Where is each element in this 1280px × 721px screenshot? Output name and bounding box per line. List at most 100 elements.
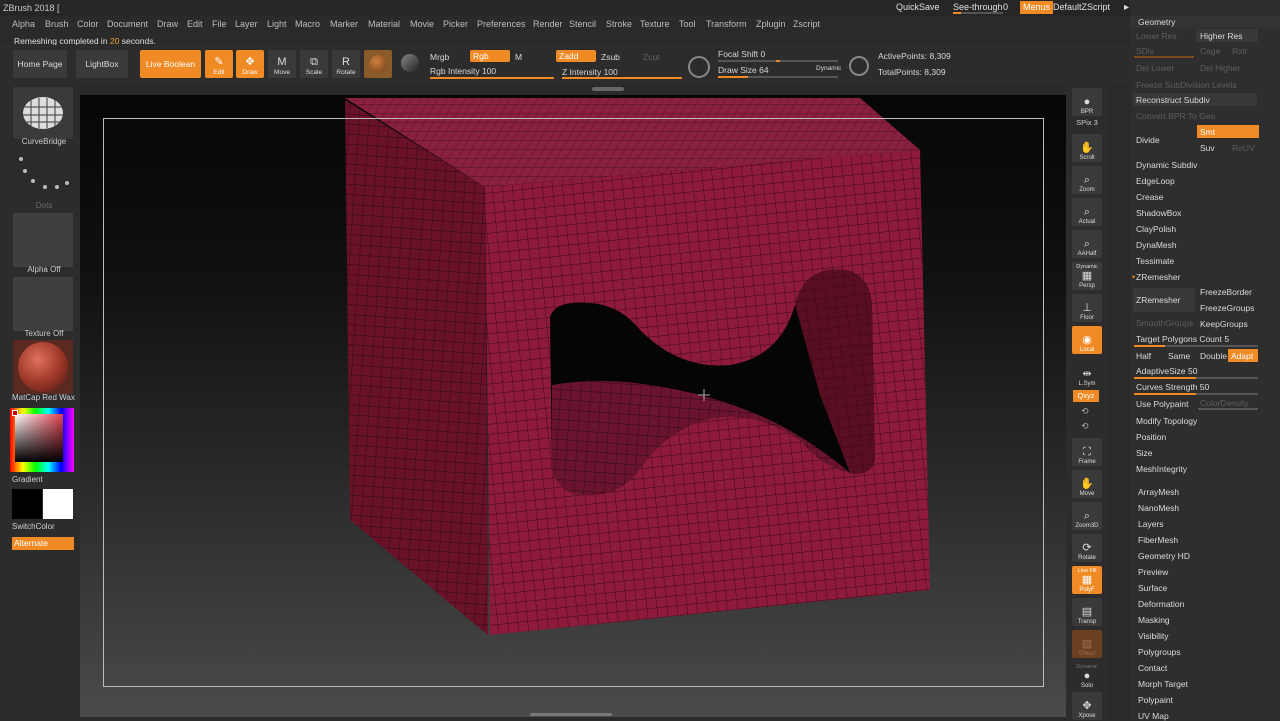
target-polygons-slider[interactable]: Target Polygons Count 5 bbox=[1136, 334, 1229, 344]
rgb-button[interactable]: Rgb bbox=[470, 50, 510, 62]
material-swatch-button[interactable] bbox=[364, 50, 392, 78]
ghost-button[interactable]: ▨ Ghost bbox=[1072, 630, 1102, 658]
menu-stroke[interactable]: Stroke bbox=[606, 19, 632, 29]
subpalette-visibility[interactable]: Visibility bbox=[1138, 631, 1169, 641]
menu-edit[interactable]: Edit bbox=[187, 19, 203, 29]
xyz-button[interactable]: Qxyz bbox=[1073, 390, 1099, 402]
local-button[interactable]: ◉ Local bbox=[1072, 326, 1102, 354]
menu-zscript[interactable]: Zscript bbox=[793, 19, 820, 29]
menu-movie[interactable]: Movie bbox=[410, 19, 434, 29]
subpalette-fibermesh[interactable]: FiberMesh bbox=[1138, 535, 1178, 545]
reuv-toggle[interactable]: ReUV bbox=[1232, 143, 1255, 153]
menu-light[interactable]: Light bbox=[267, 19, 287, 29]
draw-size-track[interactable] bbox=[718, 76, 838, 78]
draw-mode-icon[interactable] bbox=[849, 56, 869, 76]
adaptive-size-slider[interactable]: AdaptiveSize 50 bbox=[1136, 366, 1197, 376]
tool-item-dynamic-subdiv[interactable]: Dynamic Subdiv bbox=[1136, 160, 1197, 170]
freeze-subdiv-button[interactable]: Freeze SubDivision Levels bbox=[1136, 80, 1237, 90]
lsym-button[interactable]: ⇹ L.Sym bbox=[1072, 360, 1102, 388]
subpalette-geometry-hd[interactable]: Geometry HD bbox=[1138, 551, 1190, 561]
freeze-groups-toggle[interactable]: FreezeGroups bbox=[1200, 303, 1254, 313]
subpalette-nanomesh[interactable]: NanoMesh bbox=[1138, 503, 1179, 513]
scroll-button[interactable]: ✋ Scroll bbox=[1072, 134, 1102, 162]
menu-alpha[interactable]: Alpha bbox=[12, 19, 35, 29]
top-scroll-handle[interactable] bbox=[592, 87, 624, 91]
draw-size-slider[interactable]: Draw Size 64 bbox=[718, 65, 769, 75]
double-button[interactable]: Double bbox=[1200, 351, 1227, 361]
tool-item-meshintegrity[interactable]: MeshIntegrity bbox=[1136, 464, 1187, 474]
menu-stencil[interactable]: Stencil bbox=[569, 19, 596, 29]
geometry-title[interactable]: Geometry bbox=[1138, 17, 1175, 27]
gradient-label[interactable]: Gradient bbox=[12, 475, 76, 484]
adapt-toggle[interactable]: Adapt bbox=[1231, 351, 1253, 361]
bottom-scroll-handle[interactable] bbox=[530, 713, 612, 716]
rgb-intensity-track[interactable] bbox=[430, 77, 554, 79]
default-zscript-button[interactable]: DefaultZScript bbox=[1053, 2, 1110, 12]
tool-item-edgeloop[interactable]: EdgeLoop bbox=[1136, 176, 1175, 186]
brush-thumbnail[interactable] bbox=[13, 87, 73, 139]
main-color-swatch[interactable] bbox=[12, 489, 42, 519]
rotate-view-button[interactable]: ⟳ Rotate bbox=[1072, 534, 1102, 562]
live-boolean-button[interactable]: Live Boolean bbox=[140, 50, 201, 78]
alternate-button[interactable]: Alternate bbox=[12, 537, 74, 550]
persp-button[interactable]: Dynamic ▦ Persp bbox=[1072, 262, 1102, 290]
alpha-thumbnail[interactable] bbox=[13, 213, 73, 267]
xpose-button[interactable]: ✥ Xpose bbox=[1072, 692, 1102, 720]
tool-item-crease[interactable]: Crease bbox=[1136, 192, 1163, 202]
secondary-color-swatch[interactable] bbox=[43, 489, 73, 519]
subpalette-deformation[interactable]: Deformation bbox=[1138, 599, 1184, 609]
tool-item-shadowbox[interactable]: ShadowBox bbox=[1136, 208, 1181, 218]
move-button[interactable]: M Move bbox=[268, 50, 296, 78]
color-saturation-square[interactable] bbox=[15, 414, 63, 462]
menu-tool[interactable]: Tool bbox=[679, 19, 696, 29]
keep-groups-toggle[interactable]: KeepGroups bbox=[1200, 319, 1248, 329]
dynamic-button[interactable]: Dynamic bbox=[816, 65, 841, 72]
menus-button[interactable]: Menus bbox=[1020, 1, 1054, 14]
suv-toggle[interactable]: Suv bbox=[1200, 143, 1215, 153]
subpalette-masking[interactable]: Masking bbox=[1138, 615, 1170, 625]
subpalette-preview[interactable]: Preview bbox=[1138, 567, 1168, 577]
subpalette-polygroups[interactable]: Polygroups bbox=[1138, 647, 1181, 657]
menu-draw[interactable]: Draw bbox=[157, 19, 178, 29]
menu-marker[interactable]: Marker bbox=[330, 19, 358, 29]
tool-item-dynamesh[interactable]: DynaMesh bbox=[1136, 240, 1177, 250]
spix-slider[interactable]: SPix 3 bbox=[1072, 118, 1102, 127]
menu-render[interactable]: Render bbox=[533, 19, 563, 29]
switch-color-button[interactable]: SwitchColor bbox=[12, 522, 76, 531]
menu-color[interactable]: Color bbox=[77, 19, 99, 29]
subpalette-polypaint[interactable]: Polypaint bbox=[1138, 695, 1173, 705]
material-thumbnail[interactable] bbox=[13, 340, 73, 394]
zsub-button[interactable]: Zsub bbox=[601, 52, 620, 62]
see-through-slider[interactable]: See-through bbox=[953, 2, 1003, 12]
menu-texture[interactable]: Texture bbox=[640, 19, 670, 29]
home-page-button[interactable]: Home Page bbox=[13, 50, 67, 78]
rotate-button[interactable]: R Rotate bbox=[332, 50, 360, 78]
tool-item-modify-topology[interactable]: Modify Topology bbox=[1136, 416, 1197, 426]
edit-button[interactable]: ✎ Edit bbox=[205, 50, 233, 78]
menu-document[interactable]: Document bbox=[107, 19, 148, 29]
tool-item-claypolish[interactable]: ClayPolish bbox=[1136, 224, 1176, 234]
solo-button[interactable]: Dynamic ● Solo bbox=[1072, 662, 1102, 690]
curves-strength-slider[interactable]: Curves Strength 50 bbox=[1136, 382, 1209, 392]
rgb-intensity-slider[interactable]: Rgb Intensity 100 bbox=[430, 66, 496, 76]
actual-button[interactable]: ⌕ Actual bbox=[1072, 198, 1102, 226]
tool-item-size[interactable]: Size bbox=[1136, 448, 1153, 458]
bpr-button[interactable]: ● BPR bbox=[1072, 88, 1102, 116]
color-density-slider[interactable]: ColorDensity bbox=[1200, 398, 1249, 408]
scale-button[interactable]: ⧉ Scale bbox=[300, 50, 328, 78]
quicksave-button[interactable]: QuickSave bbox=[896, 2, 940, 12]
help-icon[interactable]: ▸ bbox=[1124, 2, 1129, 13]
del-higher-button[interactable]: Del Higher bbox=[1200, 63, 1240, 73]
focal-shift-track[interactable] bbox=[718, 60, 838, 62]
rstr-button[interactable]: Rstr bbox=[1232, 46, 1248, 56]
subpalette-contact[interactable]: Contact bbox=[1138, 663, 1167, 673]
zoom-button[interactable]: ⌕ Zoom bbox=[1072, 166, 1102, 194]
texture-thumbnail[interactable] bbox=[13, 277, 73, 331]
move-view-button[interactable]: ✋ Move bbox=[1072, 470, 1102, 498]
y-axis-icon[interactable]: ⟲ bbox=[1081, 406, 1089, 417]
half-button[interactable]: Half bbox=[1136, 351, 1151, 361]
subpalette-morph-target[interactable]: Morph Target bbox=[1138, 679, 1188, 689]
zcut-button[interactable]: Zcut bbox=[643, 52, 660, 62]
color-picker[interactable] bbox=[10, 408, 74, 472]
lightbox-button[interactable]: LightBox bbox=[76, 50, 128, 78]
